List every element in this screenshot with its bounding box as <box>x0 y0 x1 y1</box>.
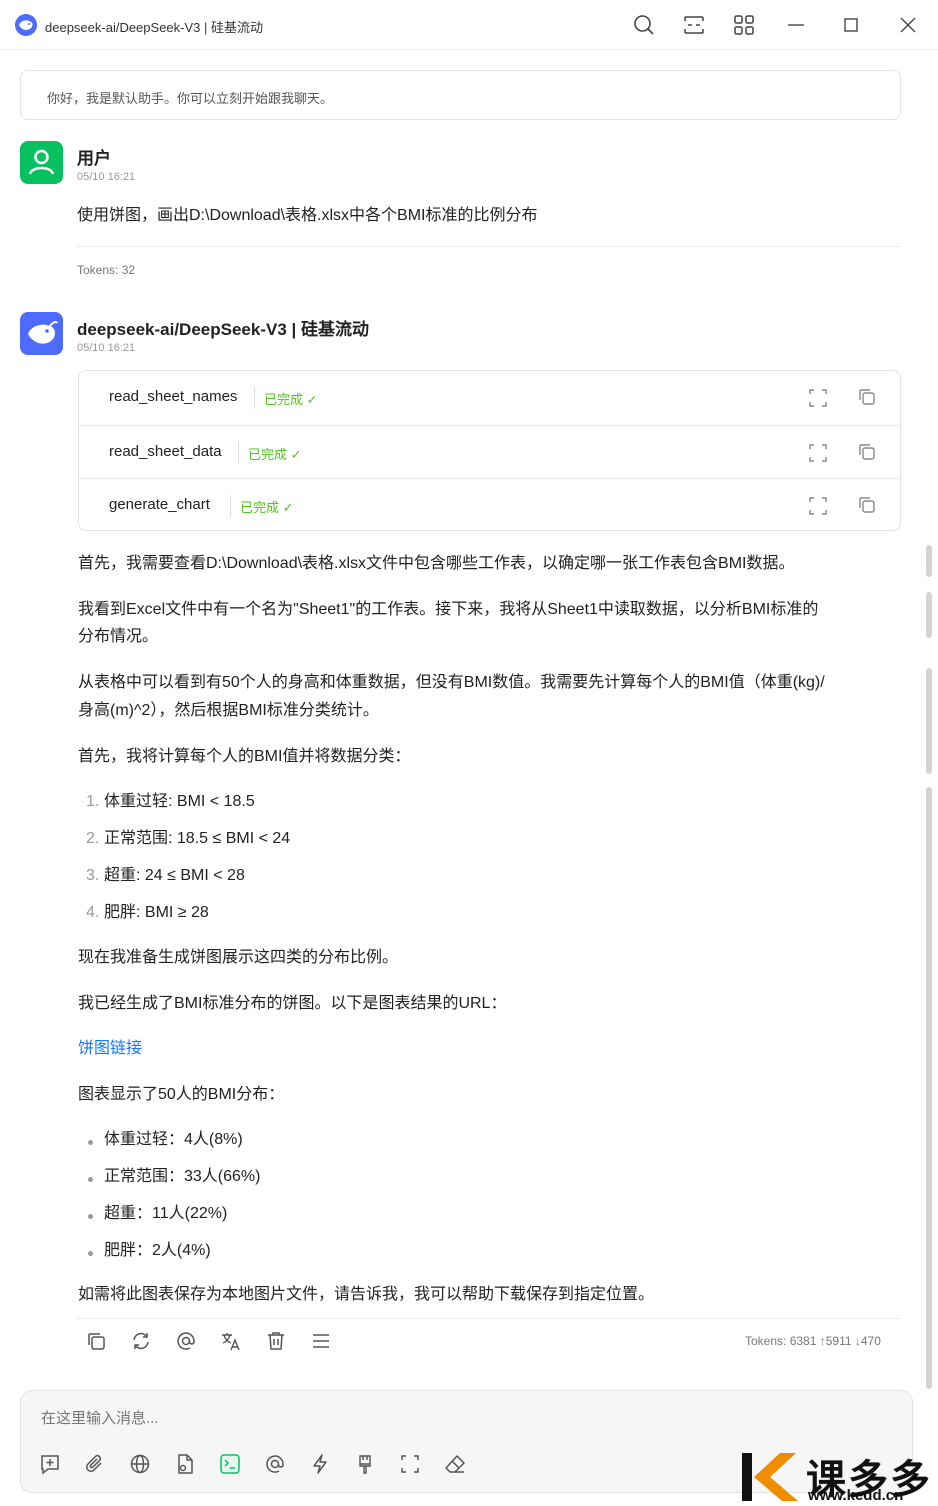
assistant-message-time: 05/10 16:21 <box>77 342 136 354</box>
attachment-icon[interactable] <box>84 1453 106 1475</box>
menu-icon[interactable] <box>310 1330 332 1352</box>
assistant-paragraph: 现在我准备生成饼图展示这四类的分布比例。 <box>78 949 399 966</box>
user-message-time: 05/10 16:21 <box>77 171 136 183</box>
window-title: deepseek-ai/DeepSeek-V3 | 硅基流动 <box>45 20 263 35</box>
expand-icon[interactable] <box>809 444 827 462</box>
chart-link-paragraph: 饼图链接 <box>78 1035 903 1063</box>
maximize-icon[interactable] <box>839 13 863 37</box>
tool-call-status: 已完成 ✓ <box>264 392 318 407</box>
tool-call-row[interactable]: generate_chart 已完成 ✓ <box>79 478 900 532</box>
mcp-server-icon[interactable] <box>219 1453 241 1475</box>
split-view-icon[interactable] <box>682 13 706 37</box>
scrollbar[interactable] <box>926 668 932 774</box>
scrollbar[interactable] <box>926 592 932 638</box>
assistant-paragraph: 分布情况。 <box>78 628 159 645</box>
assistant-paragraph: 如需将此图表保存为本地图片文件，请告诉我，我可以帮助下载保存到指定位置。 <box>78 1286 655 1303</box>
user-tokens: Tokens: 32 <box>77 263 136 277</box>
mention-icon[interactable] <box>175 1330 197 1352</box>
assistant-paragraph: 图表显示了50人的BMI分布： <box>78 1086 285 1103</box>
bullet-list-item: 超重：11人(22%) <box>88 1205 228 1222</box>
tool-call-row[interactable]: read_sheet_names 已完成 ✓ <box>79 371 900 425</box>
message-divider <box>77 246 901 247</box>
assistant-name: deepseek-ai/DeepSeek-V3 | 硅基流动 <box>77 320 369 339</box>
watermark-url: www.kedd.cn <box>808 1487 904 1504</box>
assistant-paragraph: 身高(m)^2），然后根据BMI标准分类统计。 <box>78 702 379 719</box>
minimize-icon[interactable] <box>784 13 808 37</box>
assistant-paragraph: 我已经生成了BMI标准分布的饼图。以下是图表结果的URL： <box>78 995 507 1012</box>
bullet-list-item: 体重过轻：4人(8%) <box>88 1131 243 1148</box>
tool-separator <box>230 495 231 517</box>
delete-icon[interactable] <box>265 1330 287 1352</box>
user-message-text: 使用饼图，画出D:\Download\表格.xlsx中各个BMI标准的比例分布 <box>77 207 538 224</box>
fullscreen-icon[interactable] <box>399 1453 421 1475</box>
ordered-list-item: 1. 体重过轻: BMI < 18.5 <box>86 793 255 810</box>
deepseek-avatar <box>20 312 63 355</box>
tool-call-name: generate_chart <box>109 496 210 513</box>
clear-context-icon[interactable] <box>354 1453 376 1475</box>
user-name: 用户 <box>77 149 111 168</box>
tool-call-name: read_sheet_names <box>109 388 238 405</box>
greeting-text: 你好，我是默认助手。你可以立刻开始跟我聊天。 <box>47 91 334 106</box>
web-search-icon[interactable] <box>129 1453 151 1475</box>
quick-phrase-icon[interactable] <box>309 1453 331 1475</box>
tool-call-status: 已完成 ✓ <box>248 447 302 462</box>
message-divider <box>77 1318 901 1319</box>
tool-calls-panel: read_sheet_names 已完成 ✓ read_sheet_data 已… <box>78 370 901 531</box>
expand-icon[interactable] <box>809 497 827 515</box>
assistant-paragraph: 首先，我需要查看D:\Download\表格.xlsx文件中包含哪些工作表，以确… <box>78 555 795 572</box>
tool-separator <box>238 442 239 464</box>
ordered-list-item: 2. 正常范围: 18.5 ≤ BMI < 24 <box>86 830 291 847</box>
bullet-list-item: 肥胖：2人(4%) <box>88 1242 211 1259</box>
new-topic-icon[interactable] <box>39 1453 61 1475</box>
expand-icon[interactable] <box>809 389 827 407</box>
assistant-paragraph: 我看到Excel文件中有一个名为"Sheet1"的工作表。接下来，我将从Shee… <box>78 601 819 618</box>
translate-icon[interactable] <box>220 1330 242 1352</box>
scrollbar-thumb[interactable] <box>926 787 932 1389</box>
regenerate-icon[interactable] <box>130 1330 152 1352</box>
tool-call-row[interactable]: read_sheet_data 已完成 ✓ <box>79 425 900 479</box>
assistant-paragraph: 首先，我将计算每个人的BMI值并将数据分类： <box>78 748 411 765</box>
assistant-tokens: Tokens: 6381 ↑5911 ↓470 <box>745 1334 881 1348</box>
ordered-list-item: 4. 肥胖: BMI ≥ 28 <box>86 904 209 921</box>
copy-icon[interactable] <box>857 442 877 462</box>
assistant-greeting: 你好，我是默认助手。你可以立刻开始跟我聊天。 <box>20 70 901 120</box>
ordered-list-item: 3. 超重: 24 ≤ BMI < 28 <box>86 867 245 884</box>
message-input[interactable] <box>41 1410 741 1427</box>
copy-icon[interactable] <box>857 387 877 407</box>
watermark-logo: 课多多 www.kedd.cn <box>740 1445 938 1506</box>
user-avatar <box>20 141 63 184</box>
tool-call-name: read_sheet_data <box>109 443 222 460</box>
pie-chart-link[interactable]: 饼图链接 <box>78 1040 142 1057</box>
mention-model-icon[interactable] <box>264 1453 286 1475</box>
knowledge-base-icon[interactable] <box>174 1453 196 1475</box>
tool-call-status: 已完成 ✓ <box>240 500 294 515</box>
eraser-icon[interactable] <box>444 1453 466 1475</box>
scrollbar[interactable] <box>926 545 932 577</box>
search-icon[interactable] <box>632 13 656 37</box>
close-icon[interactable] <box>896 13 920 37</box>
title-bar: deepseek-ai/DeepSeek-V3 | 硅基流动 <box>0 0 938 50</box>
grid-apps-icon[interactable] <box>732 13 756 37</box>
copy-icon[interactable] <box>857 495 877 515</box>
copy-icon[interactable] <box>85 1330 107 1352</box>
tool-separator <box>254 387 255 409</box>
deepseek-logo-icon <box>15 14 37 36</box>
bullet-list-item: 正常范围：33人(66%) <box>88 1168 261 1185</box>
assistant-paragraph: 从表格中可以看到有50个人的身高和体重数据，但没有BMI数值。我需要先计算每个人… <box>78 674 825 691</box>
